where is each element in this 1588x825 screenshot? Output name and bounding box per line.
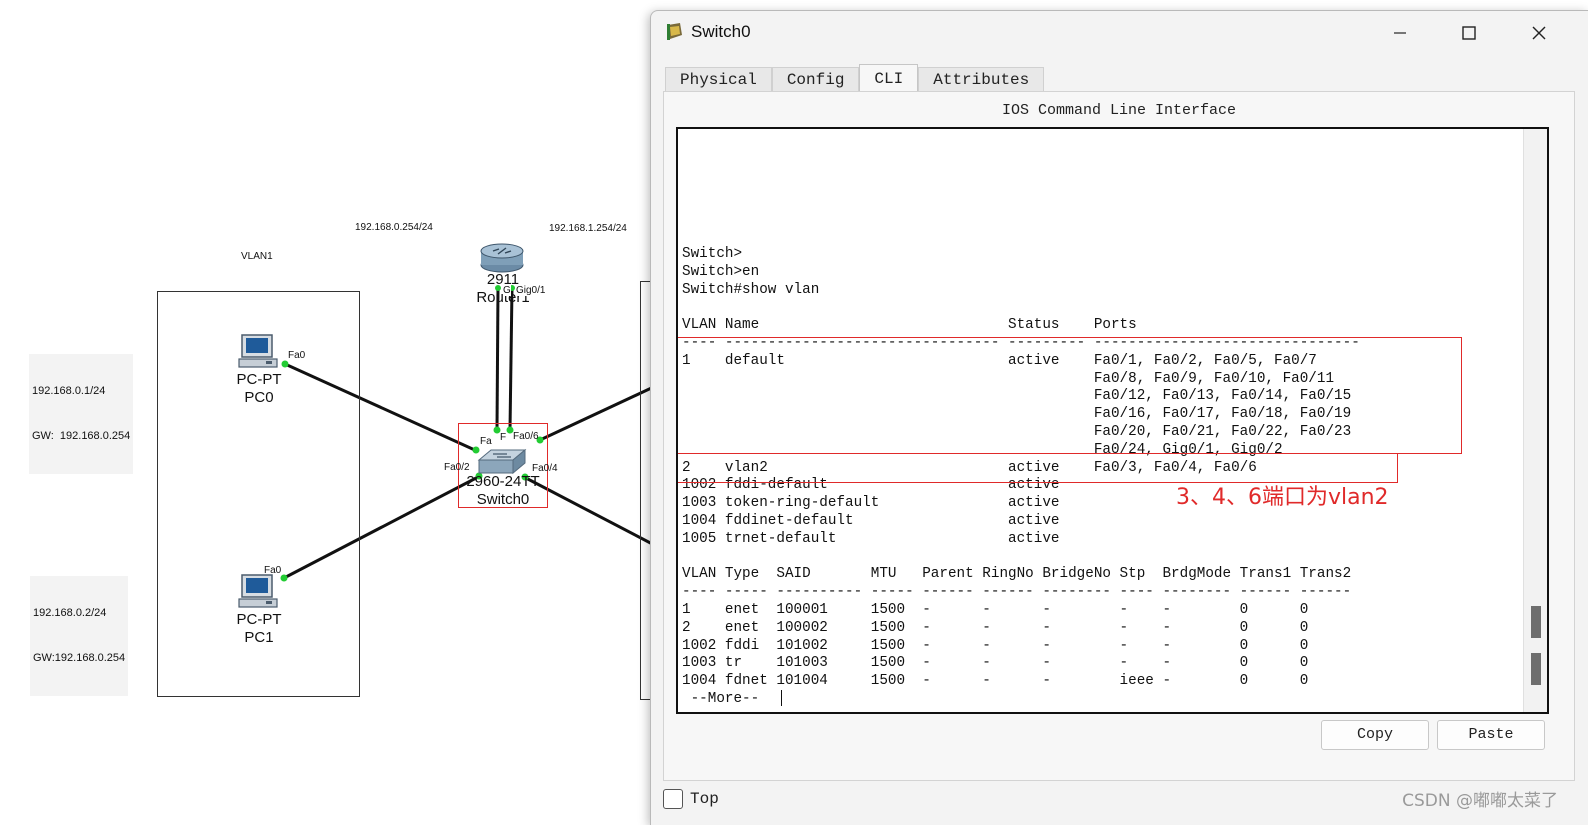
tab-bar: Physical Config CLI Attributes <box>665 64 1045 92</box>
switch-port-fa06: Fa0/6 <box>513 431 539 442</box>
tab-config[interactable]: Config <box>771 67 860 92</box>
text-cursor <box>781 690 782 706</box>
window-title: Switch0 <box>691 22 751 41</box>
pc-icon <box>238 334 278 368</box>
switch-device[interactable] <box>477 448 527 476</box>
router-port-g: G <box>503 285 511 296</box>
link-router-switch-2 <box>508 287 514 431</box>
pc0-device[interactable] <box>236 333 280 373</box>
vlan1-highlight-box <box>678 337 1462 454</box>
watermark: CSDN @嘟嘟太菜了 <box>1402 791 1558 811</box>
cli-scrollbar[interactable] <box>1523 129 1547 712</box>
router-ip-left-label: 192.168.0.254/24 <box>355 222 433 233</box>
router-icon <box>480 243 524 273</box>
cli-line: VLAN Name Status Ports <box>682 317 1137 334</box>
pc-icon <box>238 574 278 608</box>
cli-panel: IOS Command Line Interface Switch> Switch… <box>663 91 1575 781</box>
pc0-label: PC-PT PC0 <box>228 371 290 407</box>
cli-line <box>682 549 1360 567</box>
close-icon <box>1532 26 1546 40</box>
close-button[interactable] <box>1516 17 1562 49</box>
link-router-switch-1 <box>495 287 500 431</box>
scroll-thumb-lower[interactable] <box>1531 653 1541 685</box>
cli-line: VLAN Type SAID MTU Parent RingNo BridgeN… <box>682 566 1352 583</box>
cli-terminal[interactable]: Switch> Switch>en Switch#show vlan VLAN Nam… <box>676 127 1549 714</box>
pc1-gateway: GW:192.168.0.254 <box>33 652 126 664</box>
minimize-icon <box>1394 32 1406 34</box>
cli-line: Switch#show vlan <box>682 281 820 298</box>
cli-line <box>682 299 1360 317</box>
pc0-ip-note: 192.168.0.1/24 GW: 192.168.0.254 <box>29 354 134 474</box>
panel-title: IOS Command Line Interface <box>1001 102 1237 119</box>
pc1-ip-note: 192.168.0.2/24 GW:192.168.0.254 <box>30 576 129 696</box>
router-device[interactable] <box>479 240 525 274</box>
pc1-name: PC1 <box>244 629 274 646</box>
top-label: Top <box>690 790 719 808</box>
tab-cli[interactable]: CLI <box>859 64 919 92</box>
switch-port-f: F <box>500 432 507 443</box>
tab-attributes[interactable]: Attributes <box>918 67 1045 92</box>
switch-port-fa: Fa <box>480 436 492 447</box>
router-ip-right-label: 192.168.1.254/24 <box>549 223 627 234</box>
cli-line: 1004 fddinet-default active <box>682 512 1060 529</box>
pc0-type: PC-PT <box>236 371 282 388</box>
cli-line: Switch>en <box>682 263 760 280</box>
topology-canvas[interactable]: VLAN1 192.168.0.254/24 192.168.1.254/24 … <box>0 0 660 825</box>
packet-tracer-icon <box>667 23 682 40</box>
pc1-device[interactable] <box>236 573 280 613</box>
cli-line: ---- ----- ---------- ----- ------ -----… <box>682 584 1352 601</box>
pc1-type: PC-PT <box>236 611 282 628</box>
scroll-thumb-upper[interactable] <box>1531 606 1541 638</box>
vlan2-annotation: 3、4、6端口为vlan2 <box>1176 485 1389 510</box>
cli-line: 1003 tr 101003 1500 - - - - - 0 0 <box>682 655 1309 672</box>
cli-line: Switch> <box>682 246 743 262</box>
maximize-button[interactable] <box>1446 17 1492 49</box>
pc1-ip: 192.168.0.2/24 <box>33 607 107 619</box>
maximize-icon <box>1462 26 1476 40</box>
cli-line: 1002 fddi 101002 1500 - - - - - 0 0 <box>682 637 1309 654</box>
switch-model: 2960-24TT <box>466 473 540 490</box>
copy-button[interactable]: Copy <box>1321 720 1429 750</box>
cli-line: --More-- <box>682 690 768 707</box>
switch-window[interactable]: Switch0 Physical Config CLI Attributes I… <box>650 10 1588 825</box>
tab-physical[interactable]: Physical <box>665 67 772 92</box>
pc1-label: PC-PT PC1 <box>228 611 290 647</box>
router-port-gig01: Gig0/1 <box>516 285 546 296</box>
top-checkbox[interactable] <box>663 789 683 809</box>
pc0-ip: 192.168.0.1/24 <box>32 385 106 397</box>
pc0-port-label: Fa0 <box>288 350 306 361</box>
switch-name: Switch0 <box>476 491 530 508</box>
cli-line: 2 enet 100002 1500 - - - - - 0 0 <box>682 619 1309 636</box>
pc1-port-label: Fa0 <box>264 565 282 576</box>
switch-label: 2960-24TT Switch0 <box>456 473 550 509</box>
cli-line: 1004 fdnet 101004 1500 - - - ieee - 0 0 <box>682 673 1309 690</box>
pc0-name: PC0 <box>244 389 274 406</box>
pc0-gateway: GW: 192.168.0.254 <box>32 430 131 442</box>
cli-line: 1 enet 100001 1500 - - - - - 0 0 <box>682 601 1309 618</box>
top-toggle[interactable]: Top <box>663 789 719 809</box>
switch-port-fa02: Fa0/2 <box>444 462 470 473</box>
switch-icon <box>477 448 527 475</box>
paste-button[interactable]: Paste <box>1437 720 1545 750</box>
cli-line: 1005 trnet-default active <box>682 530 1060 547</box>
minimize-button[interactable] <box>1377 17 1423 49</box>
vlan1-label: VLAN1 <box>241 251 273 262</box>
